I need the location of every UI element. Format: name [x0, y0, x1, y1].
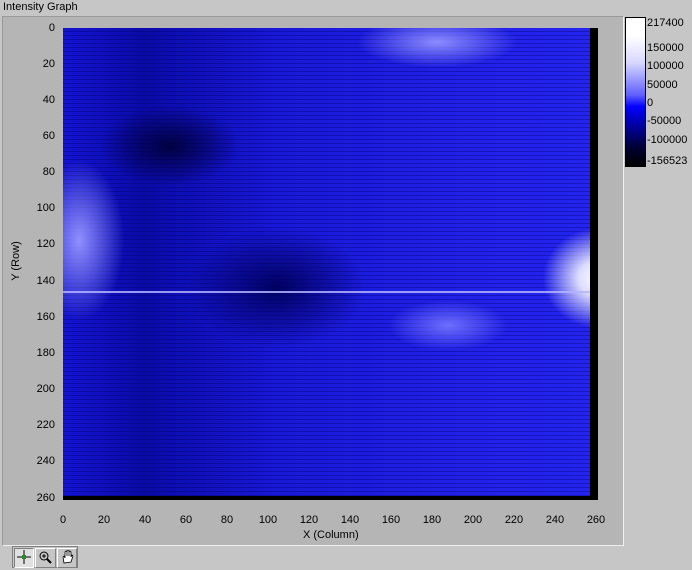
y-tick: 160	[36, 311, 55, 323]
plot-edge-bottom	[63, 496, 598, 500]
cursor-tool-button[interactable]	[14, 548, 35, 568]
x-tick: 220	[504, 514, 524, 526]
x-tick: 60	[179, 514, 193, 526]
y-axis-label: Y (Row)	[9, 241, 22, 281]
y-tick: 40	[42, 94, 55, 106]
plot-streak	[63, 291, 598, 293]
x-tick: 180	[422, 514, 442, 526]
pan-hand-icon	[60, 548, 74, 567]
x-tick: 260	[586, 514, 606, 526]
scale-tick: 100000	[647, 60, 684, 72]
scale-tick: 217400	[647, 17, 684, 29]
graph-palette	[12, 546, 78, 568]
zoom-tool-button[interactable]	[35, 548, 56, 568]
y-tick: 100	[36, 202, 55, 214]
x-tick: 100	[258, 514, 278, 526]
y-tick: 200	[36, 383, 55, 395]
scale-tick: -50000	[647, 115, 682, 127]
x-tick: 0	[59, 514, 67, 526]
scale-tick: 0	[647, 97, 654, 109]
x-tick: 80	[220, 514, 234, 526]
x-tick: 140	[340, 514, 360, 526]
x-tick: 120	[299, 514, 319, 526]
zoom-tool-icon	[38, 550, 53, 567]
y-tick: 240	[36, 455, 55, 467]
x-tick: 200	[463, 514, 483, 526]
x-tick: 40	[138, 514, 152, 526]
y-tick: 220	[36, 419, 55, 431]
x-tick: 240	[545, 514, 565, 526]
y-tick: 120	[36, 238, 55, 250]
scale-tick: 50000	[647, 79, 678, 91]
y-tick: 80	[42, 166, 55, 178]
x-tick: 160	[381, 514, 401, 526]
pan-tool-button[interactable]	[56, 548, 77, 568]
y-tick: 60	[42, 130, 55, 142]
plot-edge-right	[590, 28, 598, 500]
cursor-tool-icon	[17, 549, 32, 567]
y-tick: 180	[36, 347, 55, 359]
y-tick: 0	[48, 22, 55, 34]
y-tick: 140	[36, 275, 55, 287]
graph-title: Intensity Graph	[3, 1, 78, 13]
y-tick: 260	[36, 492, 55, 504]
scale-tick: -100000	[647, 134, 688, 146]
scale-tick: 150000	[647, 42, 684, 54]
x-axis-label: X (Column)	[303, 529, 359, 541]
intensity-plot-area[interactable]	[63, 28, 598, 500]
scale-tick: -156523	[647, 155, 688, 167]
x-tick: 20	[97, 514, 111, 526]
y-tick: 20	[42, 58, 55, 70]
color-scale-ramp[interactable]	[625, 17, 646, 167]
